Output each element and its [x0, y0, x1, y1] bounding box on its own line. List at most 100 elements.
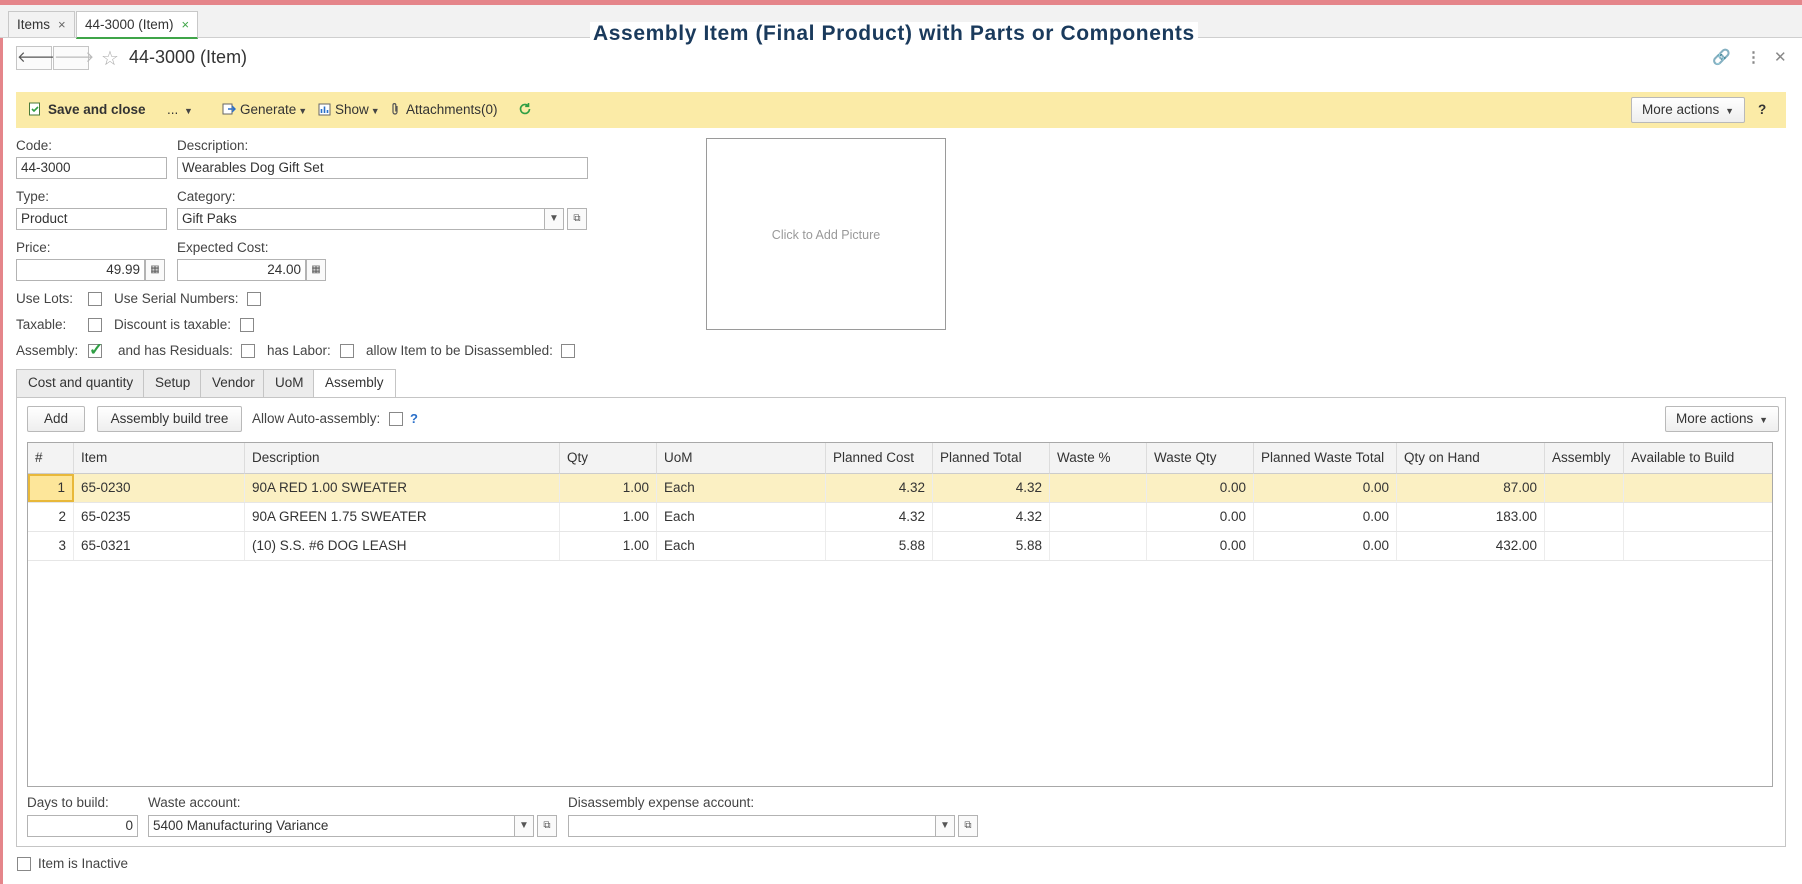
category-open-button[interactable]: ⧉	[567, 208, 587, 230]
cell-description[interactable]: 90A GREEN 1.75 SWEATER	[245, 503, 560, 531]
cell-waste-pct[interactable]	[1050, 503, 1147, 531]
cell-planned-waste-total[interactable]: 0.00	[1254, 474, 1397, 502]
disassembly-account-dropdown-button[interactable]: ▼	[935, 815, 955, 837]
cell-qty-on-hand[interactable]: 432.00	[1397, 532, 1545, 560]
cell-planned-waste-total[interactable]: 0.00	[1254, 532, 1397, 560]
cell-uom[interactable]: Each	[657, 532, 826, 560]
back-button[interactable]: 🡐	[16, 46, 57, 70]
cell-qty[interactable]: 1.00	[560, 503, 657, 531]
column-header-waste-qty[interactable]: Waste Qty	[1147, 443, 1254, 474]
cell-qty[interactable]: 1.00	[560, 532, 657, 560]
column-header-number[interactable]: #	[28, 443, 74, 474]
window-tab-item-44-3000[interactable]: 44-3000 (Item) ×	[76, 11, 199, 39]
column-header-planned-cost[interactable]: Planned Cost	[826, 443, 933, 474]
auto-assembly-checkbox[interactable]	[389, 412, 403, 426]
cell-waste-qty[interactable]: 0.00	[1147, 474, 1254, 502]
tab-vendor[interactable]: Vendor	[200, 369, 267, 397]
cell-uom[interactable]: Each	[657, 474, 826, 502]
column-header-qty-on-hand[interactable]: Qty on Hand	[1397, 443, 1545, 474]
table-row[interactable]: 2 65-0235 90A GREEN 1.75 SWEATER 1.00 Ea…	[28, 503, 1772, 532]
column-header-planned-waste-total[interactable]: Planned Waste Total	[1254, 443, 1397, 474]
expected-cost-input[interactable]: 24.00	[177, 259, 306, 281]
code-input[interactable]: 44-3000	[16, 157, 167, 179]
column-header-description[interactable]: Description	[245, 443, 560, 474]
column-header-uom[interactable]: UoM	[657, 443, 826, 474]
residuals-checkbox[interactable]	[241, 344, 255, 358]
waste-account-dropdown-button[interactable]: ▼	[514, 815, 534, 837]
tab-setup[interactable]: Setup	[143, 369, 203, 397]
use-serial-checkbox[interactable]	[247, 292, 261, 306]
category-input[interactable]: Gift Paks	[177, 208, 545, 230]
show-button[interactable]: Show ▼	[318, 92, 380, 128]
cell-description[interactable]: (10) S.S. #6 DOG LEASH	[245, 532, 560, 560]
price-input[interactable]: 49.99	[16, 259, 145, 281]
taxable-checkbox[interactable]	[88, 318, 102, 332]
more-commands-button[interactable]: ... ▼	[167, 92, 193, 128]
cell-planned-cost[interactable]: 5.88	[826, 532, 933, 560]
more-actions-button[interactable]: More actions ▼	[1631, 97, 1745, 123]
disassembly-account-input[interactable]	[568, 815, 936, 837]
link-icon[interactable]: 🔗	[1712, 48, 1731, 66]
cell-number[interactable]: 3	[28, 532, 74, 560]
cell-assembly[interactable]	[1545, 503, 1624, 531]
attachments-button[interactable]: Attachments(0)	[390, 92, 498, 128]
cell-waste-pct[interactable]	[1050, 532, 1147, 560]
column-header-available-to-build[interactable]: Available to Build	[1624, 443, 1772, 474]
close-icon[interactable]: ×	[58, 17, 66, 32]
cell-planned-cost[interactable]: 4.32	[826, 503, 933, 531]
discount-taxable-checkbox[interactable]	[240, 318, 254, 332]
close-icon[interactable]: ×	[182, 17, 190, 32]
cell-qty[interactable]: 1.00	[560, 474, 657, 502]
tab-cost-and-quantity[interactable]: Cost and quantity	[16, 369, 146, 397]
column-header-planned-total[interactable]: Planned Total	[933, 443, 1050, 474]
type-field[interactable]: Product	[16, 208, 167, 230]
cell-waste-qty[interactable]: 0.00	[1147, 503, 1254, 531]
waste-account-input[interactable]: 5400 Manufacturing Variance	[148, 815, 515, 837]
column-header-item[interactable]: Item	[74, 443, 245, 474]
table-row[interactable]: 3 65-0321 (10) S.S. #6 DOG LEASH 1.00 Ea…	[28, 532, 1772, 561]
cell-number[interactable]: 1	[28, 474, 74, 502]
cell-planned-waste-total[interactable]: 0.00	[1254, 503, 1397, 531]
cell-available-to-build[interactable]	[1624, 532, 1772, 560]
tab-uom[interactable]: UoM	[263, 369, 316, 397]
use-lots-checkbox[interactable]	[88, 292, 102, 306]
cell-assembly[interactable]	[1545, 532, 1624, 560]
generate-button[interactable]: Generate ▼	[222, 92, 307, 128]
favorite-star-icon[interactable]: ☆	[101, 46, 119, 71]
cell-planned-cost[interactable]: 4.32	[826, 474, 933, 502]
help-button[interactable]: ?	[1758, 92, 1766, 128]
close-form-icon[interactable]: ✕	[1774, 48, 1787, 66]
forward-button[interactable]: 🡒	[53, 46, 94, 70]
category-dropdown-button[interactable]: ▼	[544, 208, 564, 230]
cell-planned-total[interactable]: 4.32	[933, 503, 1050, 531]
window-tab-items[interactable]: Items ×	[8, 11, 75, 37]
add-component-button[interactable]: Add	[27, 406, 85, 432]
column-header-assembly[interactable]: Assembly	[1545, 443, 1624, 474]
item-picture-placeholder[interactable]: Click to Add Picture	[706, 138, 946, 330]
description-input[interactable]: Wearables Dog Gift Set	[177, 157, 588, 179]
grid-more-actions-button[interactable]: More actions ▼	[1665, 406, 1779, 432]
save-and-close-button[interactable]: Save and close	[28, 92, 146, 128]
price-calculator-button[interactable]: ▦	[145, 259, 165, 281]
cell-planned-total[interactable]: 4.32	[933, 474, 1050, 502]
cell-qty-on-hand[interactable]: 87.00	[1397, 474, 1545, 502]
table-row[interactable]: 1 65-0230 90A RED 1.00 SWEATER 1.00 Each…	[28, 474, 1772, 503]
cell-available-to-build[interactable]	[1624, 503, 1772, 531]
cell-planned-total[interactable]: 5.88	[933, 532, 1050, 560]
labor-checkbox[interactable]	[340, 344, 354, 358]
tab-assembly[interactable]: Assembly	[313, 369, 396, 398]
cell-item[interactable]: 65-0230	[74, 474, 245, 502]
cell-uom[interactable]: Each	[657, 503, 826, 531]
refresh-button[interactable]	[518, 92, 532, 128]
waste-account-open-button[interactable]: ⧉	[537, 815, 557, 837]
cell-item[interactable]: 65-0321	[74, 532, 245, 560]
cell-waste-pct[interactable]	[1050, 474, 1147, 502]
days-to-build-input[interactable]: 0	[27, 815, 138, 837]
disassembly-account-open-button[interactable]: ⧉	[958, 815, 978, 837]
cell-qty-on-hand[interactable]: 183.00	[1397, 503, 1545, 531]
assembly-checkbox[interactable]	[88, 340, 103, 360]
cell-description[interactable]: 90A RED 1.00 SWEATER	[245, 474, 560, 502]
cell-assembly[interactable]	[1545, 474, 1624, 502]
menu-dots-icon[interactable]: ⋮	[1746, 48, 1761, 66]
column-header-waste-pct[interactable]: Waste %	[1050, 443, 1147, 474]
